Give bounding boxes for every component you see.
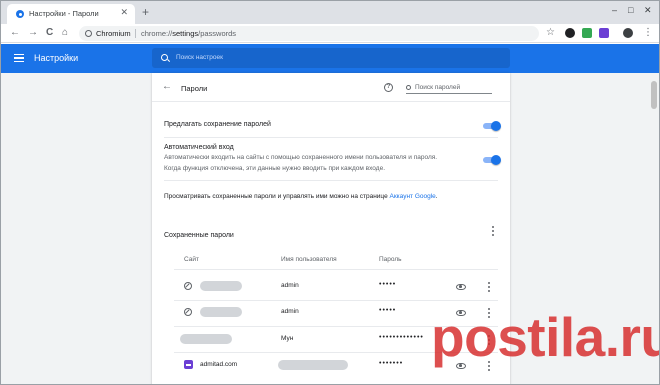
column-username: Имя пользователя (281, 256, 337, 263)
browser-toolbar: ← → C ⌂ Chromium chrome://settings/passw… (1, 24, 659, 43)
username-value: Мун (281, 335, 294, 342)
maximize-button[interactable]: □ (628, 5, 633, 15)
password-search-input[interactable]: Поиск паролей (406, 83, 492, 94)
site-value: admitad.com (200, 361, 238, 368)
google-account-link[interactable]: Аккаунт Google (390, 193, 436, 200)
auto-signin-toggle[interactable] (483, 155, 501, 165)
offer-to-save-toggle[interactable] (483, 121, 501, 131)
divider (152, 101, 510, 102)
home-button[interactable]: ⌂ (62, 27, 68, 38)
profile-avatar[interactable] (623, 28, 633, 38)
password-value: ••••• (379, 307, 397, 314)
omnibox[interactable]: Chromium chrome://settings/passwords (79, 26, 539, 41)
close-tab-icon[interactable]: ✕ (120, 7, 128, 18)
extension-green-icon[interactable] (582, 28, 592, 38)
settings-header: Настройки Поиск настроек (1, 44, 659, 73)
back-button[interactable]: ← (10, 27, 20, 38)
watermark-logo: postila.ru (431, 306, 660, 368)
site-blurred (180, 334, 232, 344)
omnibox-separator (135, 29, 136, 38)
saved-passwords-menu-icon[interactable] (491, 226, 495, 236)
globe-icon (184, 282, 192, 290)
username-value: admin (281, 282, 299, 289)
divider (174, 269, 498, 270)
extension-purple-icon[interactable] (599, 28, 609, 38)
tab-settings-passwords[interactable]: Настройки - Пароли ✕ (7, 4, 135, 24)
extension-dark-icon[interactable] (565, 28, 575, 38)
divider (164, 180, 498, 181)
password-value: ••••••••••••• (379, 334, 424, 341)
password-value: ••••• (379, 281, 397, 288)
divider (164, 137, 498, 138)
password-row: admin ••••• (152, 274, 510, 300)
browser-window: Настройки - Пароли ✕ + – □ ✕ ← → C ⌂ Chr… (0, 0, 660, 385)
auto-signin-description-2: Когда функция отключена, эти данные нужн… (164, 165, 385, 172)
browser-menu-icon[interactable]: ⋮ (643, 27, 653, 38)
menu-icon[interactable] (14, 54, 24, 62)
back-arrow-icon[interactable]: ← (162, 81, 172, 92)
username-value: admin (281, 308, 299, 315)
chromium-icon (85, 30, 92, 37)
new-tab-button[interactable]: + (142, 5, 149, 19)
minimize-button[interactable]: – (612, 5, 617, 15)
password-search-placeholder: Поиск паролей (415, 84, 461, 91)
manage-passwords-text: Просматривать сохраненные пароли и управ… (164, 193, 438, 200)
omnibox-url: chrome://settings/passwords (141, 29, 237, 38)
show-password-eye-icon[interactable] (456, 284, 466, 290)
settings-search-input[interactable]: Поиск настроек (152, 48, 510, 68)
globe-icon (184, 308, 192, 316)
scrollbar-thumb[interactable] (651, 81, 657, 109)
auto-signin-title: Автоматический вход (164, 144, 234, 151)
column-site: Сайт (184, 256, 199, 263)
settings-search-placeholder: Поиск настроек (176, 54, 223, 61)
site-blurred (200, 281, 242, 291)
close-window-button[interactable]: ✕ (644, 5, 652, 16)
page-title: Пароли (181, 84, 208, 93)
password-value: ••••••• (379, 360, 404, 367)
column-password: Пароль (379, 256, 402, 263)
tab-strip: Настройки - Пароли ✕ + – □ ✕ (1, 1, 659, 24)
offer-to-save-label: Предлагать сохранение паролей (164, 121, 271, 128)
admitad-icon (184, 360, 193, 369)
auto-signin-description: Автоматически входить на сайты с помощью… (164, 154, 438, 161)
row-menu-icon[interactable] (487, 282, 491, 292)
omnibox-site-chip: Chromium (96, 29, 131, 38)
saved-passwords-title: Сохраненные пароли (164, 232, 234, 239)
search-icon (161, 54, 168, 61)
reload-button[interactable]: C (46, 27, 53, 38)
forward-button[interactable]: → (28, 27, 38, 38)
help-icon[interactable]: ? (384, 83, 393, 92)
bookmark-star-icon[interactable]: ☆ (546, 27, 555, 38)
site-blurred (200, 307, 242, 317)
search-icon (406, 85, 411, 90)
tab-title: Настройки - Пароли (29, 9, 99, 18)
settings-title: Настройки (34, 53, 79, 63)
settings-favicon-icon (16, 10, 24, 18)
username-blurred (278, 360, 348, 370)
